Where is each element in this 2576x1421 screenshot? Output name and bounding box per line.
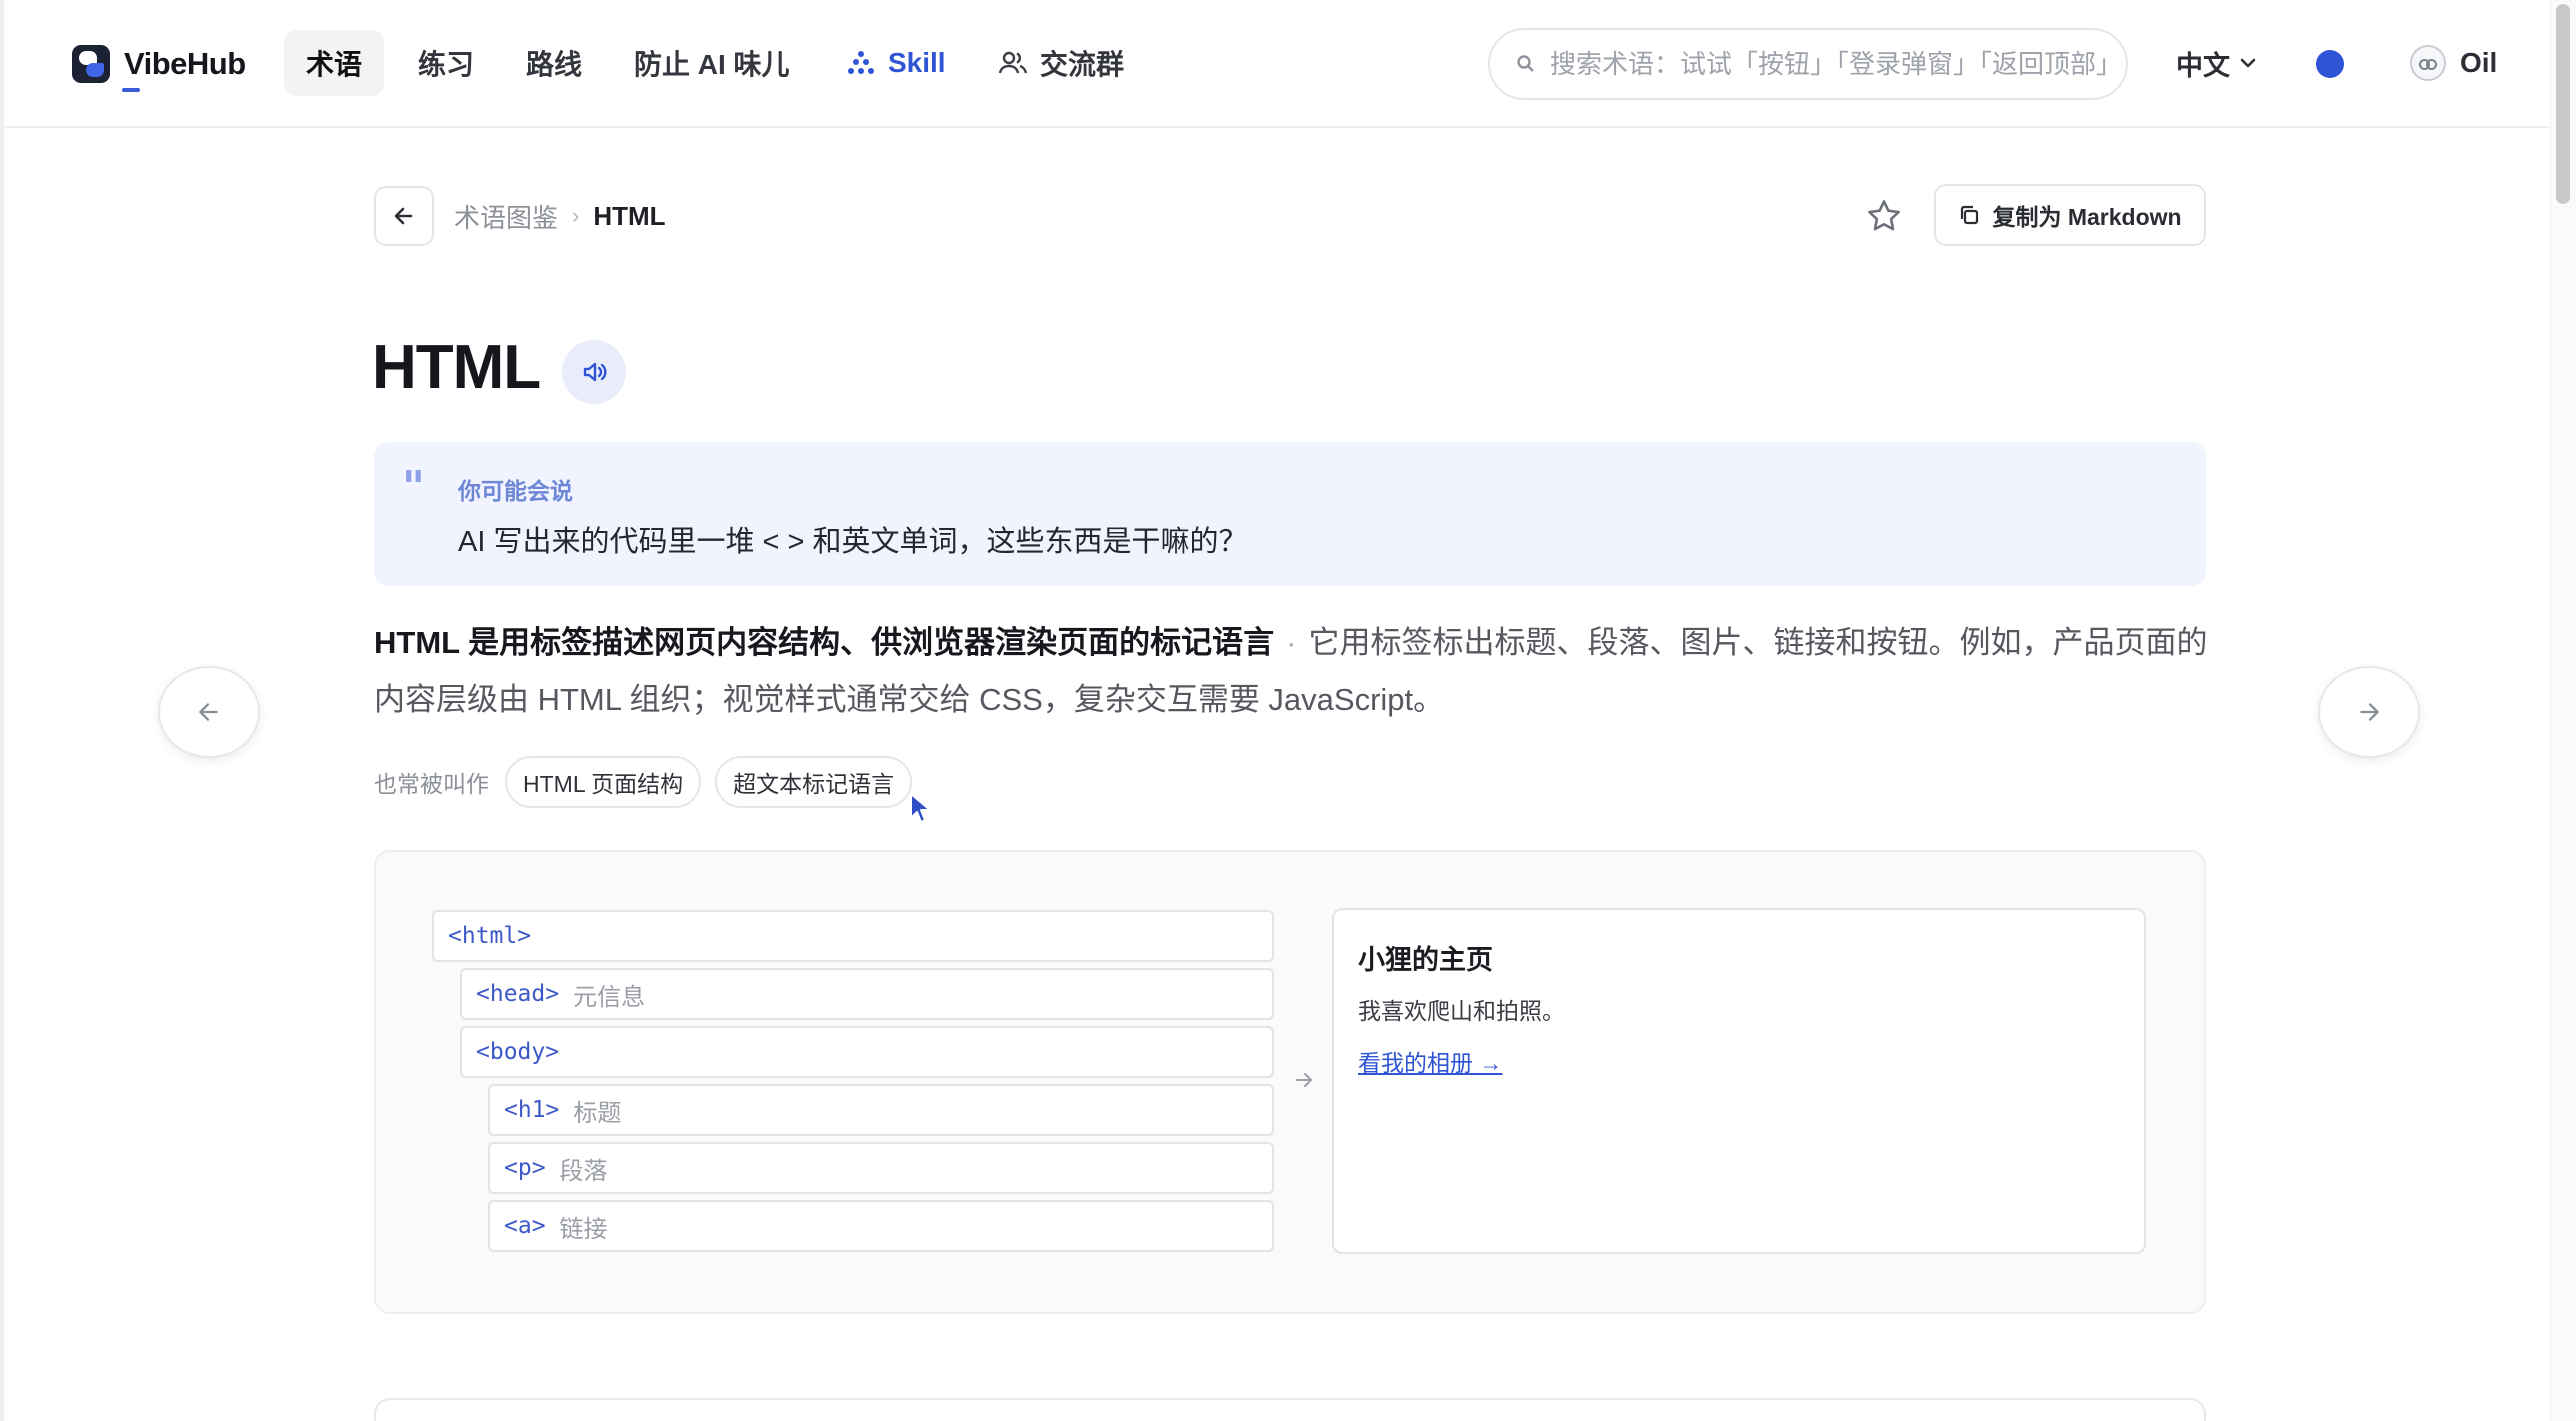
next-term-button[interactable] bbox=[2318, 666, 2420, 758]
tree-node-html: <html> bbox=[432, 910, 1274, 962]
quote-mark-icon: " bbox=[402, 462, 425, 513]
nav-item-label: 术语 bbox=[306, 49, 363, 80]
page-scrollbar[interactable] bbox=[2550, 0, 2576, 1421]
vibehub-logo-icon bbox=[72, 45, 110, 83]
tag-description: 段落 bbox=[559, 1157, 608, 1185]
chevron-down-icon bbox=[2238, 53, 2258, 73]
rendered-page-preview: 小狸的主页 我喜欢爬山和拍照。 看我的相册 → bbox=[1332, 908, 2146, 1254]
copy-markdown-label: 复制为 Markdown bbox=[1992, 204, 2182, 230]
page-title: HTML bbox=[372, 333, 541, 402]
theme-toggle-dot[interactable] bbox=[2316, 50, 2344, 78]
alias-chip[interactable]: HTML 页面结构 bbox=[505, 756, 702, 808]
nav-item-anti-ai-tone[interactable]: 防止 AI 味儿 bbox=[612, 30, 812, 96]
top-navigation: VibeHub 术语 练习 路线 防止 AI 味儿 Skill 交流群 搜索术语… bbox=[4, 0, 2550, 128]
breadcrumb-current: HTML bbox=[593, 200, 666, 231]
nav-item-label: Skill bbox=[888, 47, 946, 78]
speaker-icon bbox=[583, 362, 607, 382]
tree-node-body: <body> bbox=[460, 1026, 1274, 1078]
star-icon bbox=[1868, 200, 1900, 231]
quote-label: 你可能会说 bbox=[458, 478, 573, 504]
html-structure-demo: <html> <head> 元信息 <body> <h1> 标题 <p> 段落 … bbox=[374, 850, 2206, 1314]
copy-markdown-button[interactable]: 复制为 Markdown bbox=[1934, 184, 2206, 246]
skill-tree-icon bbox=[846, 48, 876, 78]
tag-name: <p> bbox=[504, 1155, 546, 1181]
arrow-left-icon bbox=[199, 703, 218, 721]
nav-item-label: 防止 AI 味儿 bbox=[634, 49, 790, 80]
tree-node-a: <a> 链接 bbox=[488, 1200, 1274, 1252]
scrollbar-thumb[interactable] bbox=[2556, 4, 2570, 204]
group-icon bbox=[998, 48, 1028, 78]
mouse-cursor-icon bbox=[909, 792, 937, 831]
language-selector[interactable]: 中文 bbox=[2176, 30, 2258, 96]
breadcrumb-root-link[interactable]: 术语图鉴 bbox=[454, 198, 558, 235]
nav-item-label: 路线 bbox=[526, 49, 583, 80]
tree-node-p: <p> 段落 bbox=[488, 1142, 1274, 1194]
arrow-left-icon bbox=[394, 207, 413, 225]
favorite-button[interactable] bbox=[1862, 194, 1906, 238]
nav-item-terms[interactable]: 术语 bbox=[284, 30, 385, 96]
arrow-right-icon bbox=[1292, 1068, 1316, 1097]
window-edge bbox=[0, 0, 4, 1421]
back-button[interactable] bbox=[374, 186, 434, 246]
alias-chip[interactable]: 超文本标记语言 bbox=[715, 756, 913, 808]
nav-item-label: 练习 bbox=[418, 49, 475, 80]
definition-separator: · bbox=[1286, 625, 1297, 660]
preview-link[interactable]: 看我的相册 → bbox=[1358, 1044, 1502, 1078]
user-menu[interactable]: Oil bbox=[2410, 30, 2497, 96]
brand-name: VibeHub bbox=[124, 46, 246, 81]
tag-description: 标题 bbox=[573, 1099, 622, 1127]
language-label: 中文 bbox=[2176, 50, 2230, 81]
copy-icon bbox=[1958, 204, 1980, 226]
nav-item-skill[interactable]: Skill bbox=[824, 30, 968, 96]
user-avatar-icon bbox=[2410, 45, 2446, 81]
nav-item-roadmap[interactable]: 路线 bbox=[504, 30, 604, 96]
search-icon bbox=[1516, 54, 1536, 74]
breadcrumb: 术语图鉴 › HTML bbox=[454, 196, 666, 236]
term-definition: HTML 是用标签描述网页内容结构、供浏览器渲染页面的标记语言 · 它用标签标出标题… bbox=[374, 614, 2210, 728]
tag-description: 链接 bbox=[559, 1215, 608, 1243]
user-quote-callout: " 你可能会说 AI 写出来的代码里一堆 < > 和英文单词，这些东西是干嘛的？ bbox=[374, 442, 2206, 586]
nav-item-community[interactable]: 交流群 bbox=[976, 30, 1146, 96]
tag-name: <body> bbox=[476, 1039, 560, 1065]
aliases-row: 也常被叫作 HTML 页面结构 超文本标记语言 bbox=[374, 756, 926, 808]
definition-summary: HTML 是用标签描述网页内容结构、供浏览器渲染页面的标记语言 bbox=[374, 625, 1275, 660]
tag-name: <h1> bbox=[504, 1097, 560, 1123]
tag-name: <head> bbox=[476, 981, 560, 1007]
nav-item-label: 交流群 bbox=[1040, 49, 1125, 80]
chevron-right-icon: › bbox=[572, 203, 580, 228]
preview-paragraph: 我喜欢爬山和拍照。 bbox=[1358, 998, 1565, 1024]
user-name: Oil bbox=[2460, 47, 2498, 78]
tree-node-head: <head> 元信息 bbox=[460, 968, 1274, 1020]
search-box[interactable] bbox=[1488, 28, 2128, 100]
search-input[interactable] bbox=[1550, 48, 2110, 80]
brand-underline bbox=[122, 88, 140, 92]
tag-description: 元信息 bbox=[573, 983, 646, 1011]
nav-item-practice[interactable]: 练习 bbox=[396, 30, 496, 96]
brand-logo[interactable]: VibeHub bbox=[72, 42, 246, 86]
pronounce-button[interactable] bbox=[562, 340, 626, 404]
preview-heading: 小狸的主页 bbox=[1358, 945, 1493, 975]
quote-text: AI 写出来的代码里一堆 < > 和英文单词，这些东西是干嘛的？ bbox=[458, 526, 1248, 558]
tag-name: <a> bbox=[504, 1213, 546, 1239]
aliases-label: 也常被叫作 bbox=[374, 771, 489, 797]
tag-name: <html> bbox=[448, 923, 532, 949]
arrow-right-icon bbox=[2360, 703, 2379, 721]
tree-node-h1: <h1> 标题 bbox=[488, 1084, 1274, 1136]
previous-term-button[interactable] bbox=[158, 666, 260, 758]
next-section-card bbox=[374, 1398, 2206, 1421]
